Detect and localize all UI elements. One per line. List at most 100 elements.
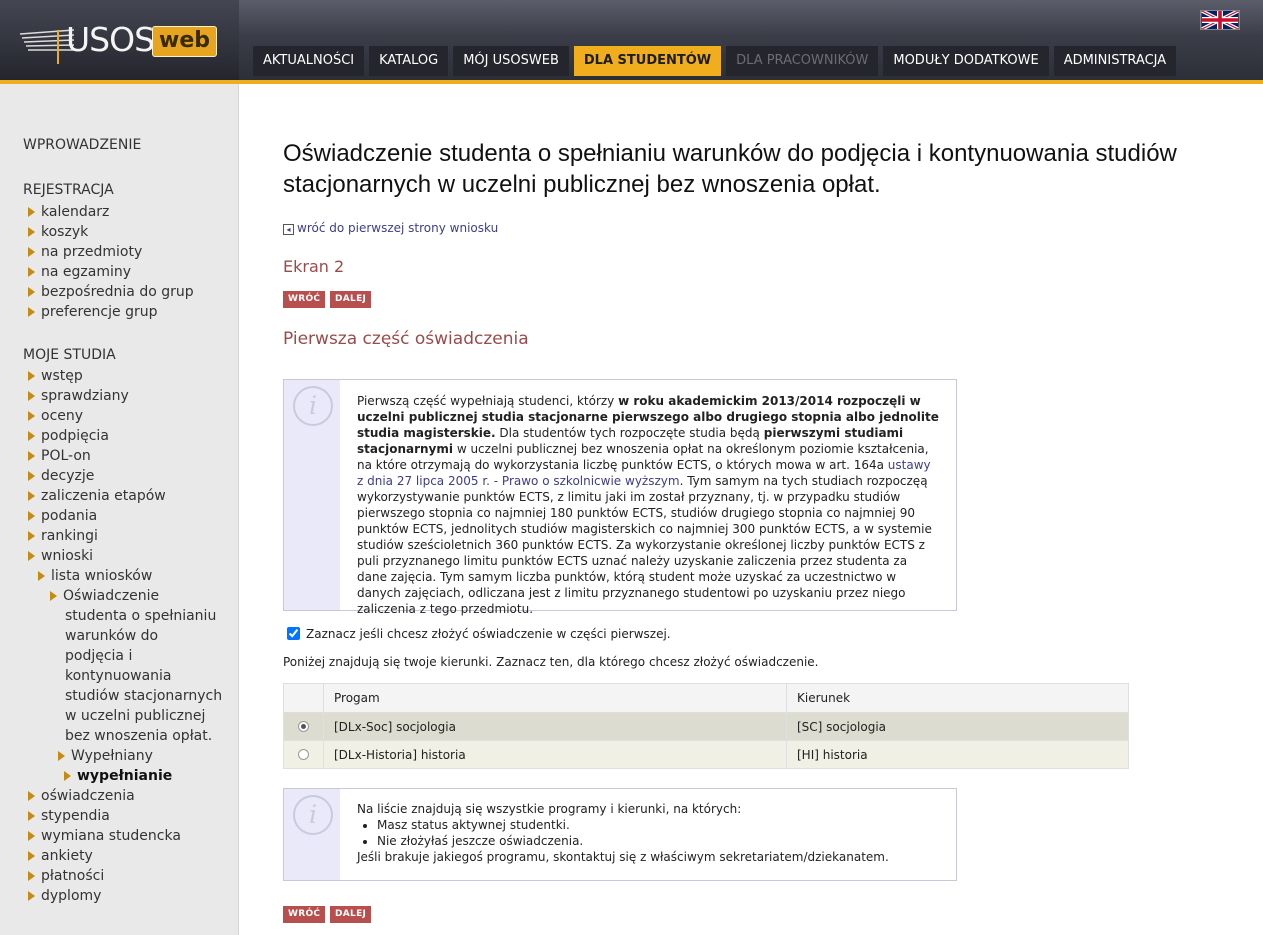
sidebar-item-label: bezpośrednia do grup: [41, 284, 194, 300]
bullet-arrow-icon: [26, 205, 36, 218]
radio-cell[interactable]: [283, 740, 324, 769]
sidebar-item-label: lista wniosków: [51, 568, 153, 584]
sidebar-item[interactable]: oświadczenia: [26, 786, 135, 806]
part-one-checkbox[interactable]: [287, 627, 300, 640]
sidebar-item-label: podania: [41, 508, 98, 524]
sidebar-item[interactable]: oceny: [26, 406, 83, 426]
bullet-arrow-icon: [26, 285, 36, 298]
menu-katalog[interactable]: KATALOG: [369, 46, 449, 76]
menu-moj-usosweb[interactable]: MÓJ USOSWEB: [453, 46, 569, 76]
sidebar-item-label: płatności: [41, 868, 105, 884]
menu-moduly-dodatkowe[interactable]: MODUŁY DODATKOWE: [883, 46, 1049, 76]
bullet-arrow-icon: [26, 369, 36, 382]
sidebar-item-label: kontynuowania: [65, 668, 172, 684]
bullet-arrow-icon: [26, 449, 36, 462]
back-button-bottom[interactable]: WRÓĆ: [283, 906, 326, 923]
sidebar-item[interactable]: stypendia: [26, 806, 110, 826]
sidebar-item-oswiadczenie[interactable]: Oświadczenie studenta o spełnianiu warun…: [48, 586, 222, 746]
sidebar-item[interactable]: podania: [26, 506, 98, 526]
sidebar-item-label: dyplomy: [41, 888, 102, 904]
sidebar-item[interactable]: podpięcia: [26, 426, 109, 446]
program-cell: [DLx-Soc] socjologia: [323, 712, 787, 741]
sidebar-item-label: stypendia: [41, 808, 110, 824]
sidebar-item-label: decyzje: [41, 468, 95, 484]
info-text: Pierwszą część wypełniają studenci, któr…: [357, 393, 940, 617]
logo-web-badge: web: [152, 26, 217, 57]
sidebar-item[interactable]: wstęp: [26, 366, 83, 386]
info-list-text: Na liście znajdują się wszystkie program…: [357, 801, 940, 865]
sidebar-item[interactable]: na egzaminy: [26, 262, 131, 282]
checkbox-label: Zaznacz jeśli chcesz złożyć oświadczenie…: [306, 627, 671, 641]
sidebar-item-wypelniany[interactable]: Wypełniany: [56, 746, 153, 766]
bullet-arrow-icon: [26, 305, 36, 318]
info-list-intro: Na liście znajdują się wszystkie program…: [357, 802, 742, 816]
sidebar-item[interactable]: sprawdziany: [26, 386, 129, 406]
info-box-part-one: i Pierwszą część wypełniają studenci, kt…: [283, 379, 957, 616]
radio-selected[interactable]: [298, 720, 309, 732]
back-to-first-page-link[interactable]: ◂ wróć do pierwszej strony wniosku: [283, 221, 498, 235]
sidebar-item[interactable]: koszyk: [26, 222, 88, 242]
sidebar-item-label: wnioski: [41, 548, 94, 564]
menu-administracja[interactable]: ADMINISTRACJA: [1053, 46, 1177, 76]
info-text-part: Pierwszą część wypełniają studenci, któr…: [357, 394, 619, 408]
sidebar-item[interactable]: dyplomy: [26, 886, 102, 906]
radio-unselected[interactable]: [298, 748, 309, 760]
bullet-arrow-icon: [26, 869, 36, 882]
sidebar-item[interactable]: na przedmioty: [26, 242, 142, 262]
sidebar-item[interactable]: zaliczenia etapów: [26, 486, 166, 506]
top-menu: AKTUALNOŚCI KATALOG MÓJ USOSWEB DLA STUD…: [253, 46, 1177, 76]
next-button-top[interactable]: DALEJ: [330, 291, 372, 308]
sidebar-item[interactable]: kalendarz: [26, 202, 110, 222]
bullet-arrow-icon: [26, 509, 36, 522]
menu-dla-studentow[interactable]: DLA STUDENTÓW: [573, 46, 722, 76]
usosweb-logo[interactable]: USOS web: [18, 20, 217, 64]
list-item: Nie złożyłaś jeszcze oświadczenia.: [377, 833, 940, 849]
list-item: Masz status aktywnej studentki.: [377, 817, 940, 833]
sidebar-item-label: podpięcia: [41, 428, 109, 444]
sidebar-item[interactable]: ankiety: [26, 846, 93, 866]
sidebar-item[interactable]: wymiana studencka: [26, 826, 181, 846]
sidebar-item-wypelnianie[interactable]: wypełnianie: [62, 766, 173, 786]
sidebar-item[interactable]: płatności: [26, 866, 105, 886]
bullet-arrow-icon: [26, 789, 36, 802]
sidebar-item[interactable]: wnioski: [26, 546, 94, 566]
bullet-arrow-icon: [26, 409, 36, 422]
sidebar-item-label: rankingi: [41, 528, 98, 544]
radio-cell[interactable]: [283, 712, 324, 741]
sidebar-item[interactable]: preferencje grup: [26, 302, 158, 322]
info-list: Masz status aktywnej studentki. Nie złoż…: [377, 817, 940, 849]
sidebar-item-label: zaliczenia etapów: [41, 488, 166, 504]
sidebar-item-lista-wnioskow[interactable]: lista wniosków: [36, 566, 153, 586]
info-text-part: Dla studentów tych rozpoczęte studia będ…: [495, 426, 764, 440]
sidebar-item-label: sprawdziany: [41, 388, 129, 404]
sidebar-item[interactable]: POL-on: [26, 446, 91, 466]
sidebar-item-label: wypełnianie: [77, 768, 173, 784]
sidebar-item-label: kalendarz: [41, 204, 110, 220]
table-header-radio: [283, 683, 324, 713]
sidebar-section-wprowadzenie[interactable]: WPROWADZENIE: [23, 137, 141, 153]
part-one-checkbox-row: Zaznacz jeśli chcesz złożyć oświadczenie…: [287, 627, 671, 641]
sidebar-item-label: warunków do: [65, 628, 159, 644]
table-row[interactable]: [DLx-Soc] socjologia [SC] socjologia: [283, 712, 1129, 741]
sidebar-item[interactable]: decyzje: [26, 466, 95, 486]
sidebar-item-label: oświadczenia: [41, 788, 135, 804]
menu-aktualnosci[interactable]: AKTUALNOŚCI: [253, 46, 365, 76]
table-header-row: Progam Kierunek: [283, 683, 1129, 713]
sidebar-item-label: POL-on: [41, 448, 91, 464]
sidebar-item-label: podjęcia i: [65, 648, 133, 664]
sidebar-item-label: bez wnoszenia opłat.: [65, 728, 213, 744]
sidebar-item[interactable]: bezpośrednia do grup: [26, 282, 194, 302]
sidebar-item[interactable]: rankingi: [26, 526, 98, 546]
bullet-arrow-icon: [26, 245, 36, 258]
sidebar-item-label: Oświadczenie: [63, 588, 160, 604]
back-button-top[interactable]: WRÓĆ: [283, 291, 326, 308]
next-button-bottom[interactable]: DALEJ: [330, 906, 372, 923]
sidebar-item-label: preferencje grup: [41, 304, 158, 320]
bullet-arrow-icon: [48, 589, 58, 602]
info-list-outro: Jeśli brakuje jakiegoś programu, skontak…: [357, 850, 889, 864]
table-row[interactable]: [DLx-Historia] historia [HI] historia: [283, 740, 1129, 769]
bullet-arrow-icon: [26, 829, 36, 842]
bullet-arrow-icon: [26, 265, 36, 278]
top-header: USOS web AKTUALNOŚCI KATALOG MÓJ USOSWEB…: [0, 0, 1263, 84]
uk-flag-icon[interactable]: [1200, 10, 1240, 30]
